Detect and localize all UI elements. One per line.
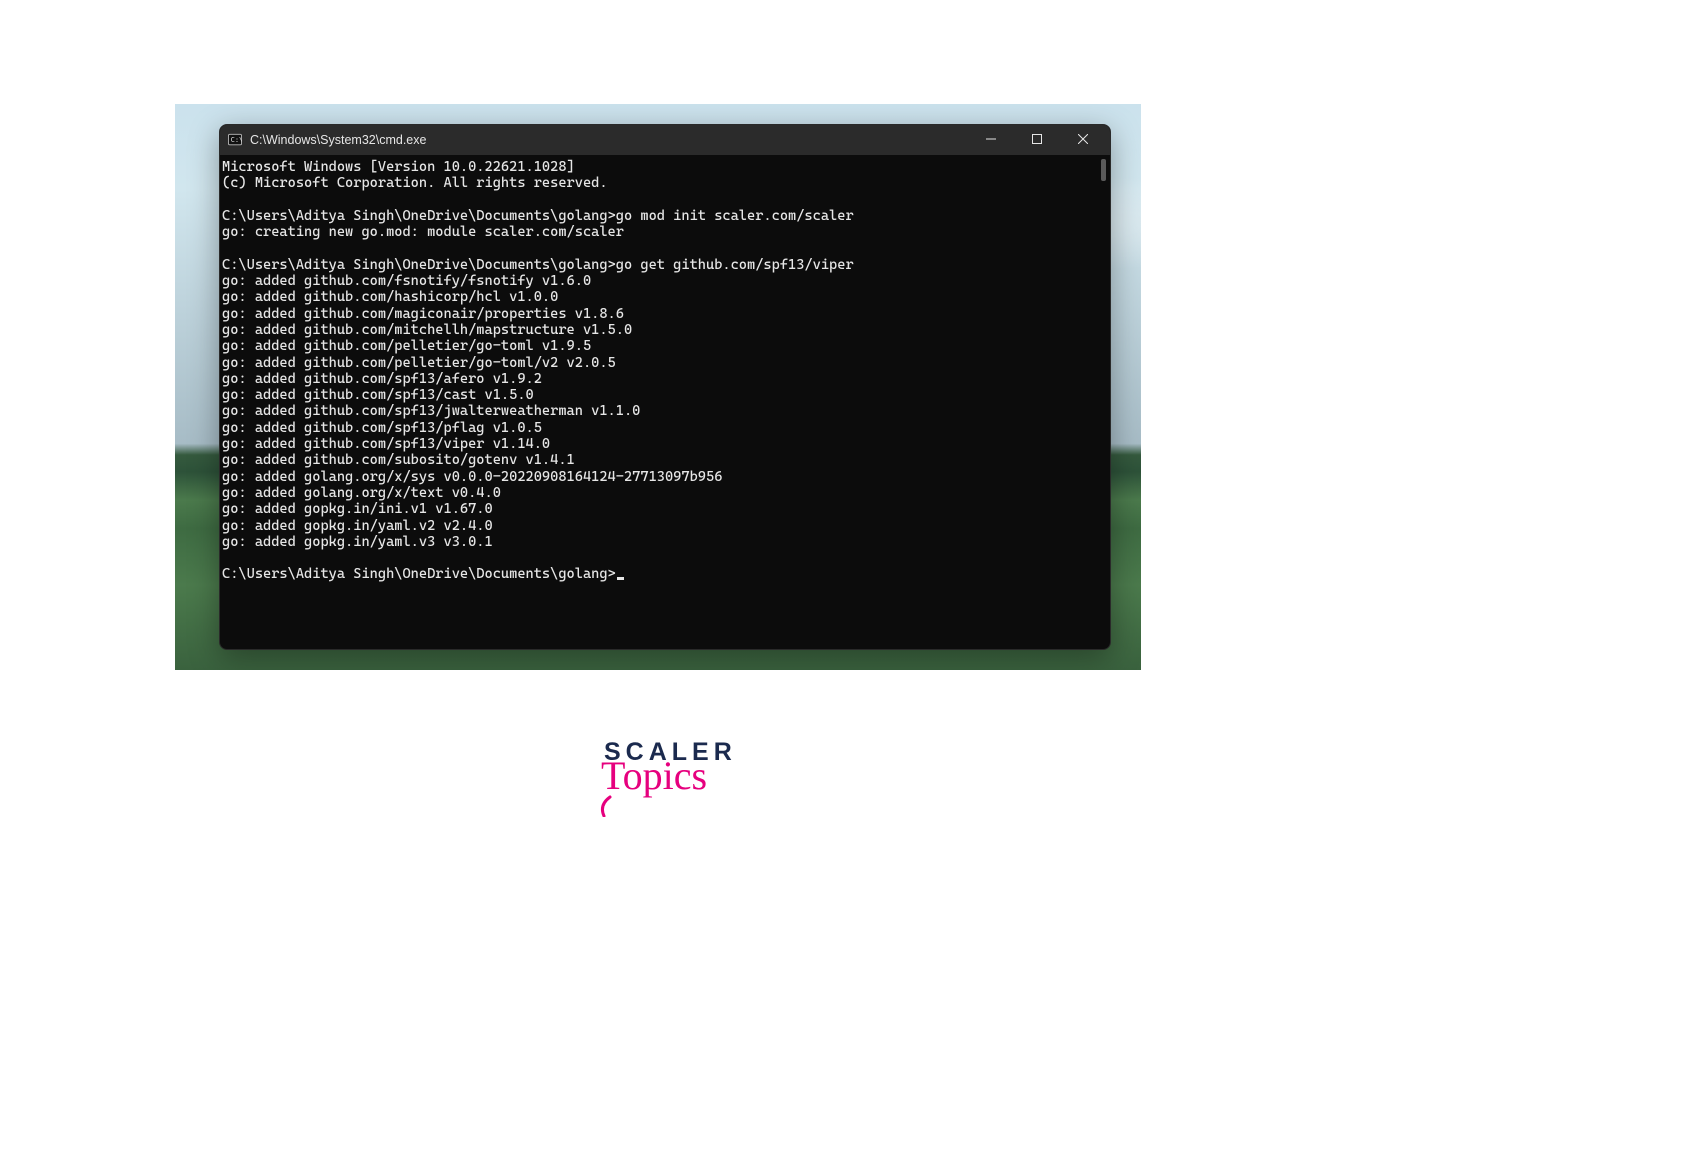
scrollbar-thumb[interactable] bbox=[1101, 159, 1106, 181]
scaler-topics-logo: SCALER Topics bbox=[598, 738, 718, 834]
title-bar[interactable]: C:\ C:\Windows\System32\cmd.exe bbox=[220, 125, 1110, 155]
svg-text:C:\: C:\ bbox=[231, 136, 242, 144]
close-button[interactable] bbox=[1060, 125, 1106, 155]
svg-text:Topics: Topics bbox=[601, 753, 707, 798]
logo-text-topics: Topics bbox=[598, 753, 718, 817]
terminal-area[interactable]: Microsoft Windows [Version 10.0.22621.10… bbox=[220, 155, 1110, 649]
maximize-icon bbox=[1032, 133, 1042, 147]
cursor bbox=[617, 577, 624, 580]
close-icon bbox=[1078, 133, 1088, 147]
window-title: C:\Windows\System32\cmd.exe bbox=[250, 133, 968, 147]
minimize-icon bbox=[986, 133, 996, 147]
minimize-button[interactable] bbox=[968, 125, 1014, 155]
cmd-icon: C:\ bbox=[228, 133, 242, 147]
desktop-background: C:\ C:\Windows\System32\cmd.exe bbox=[175, 104, 1141, 670]
cmd-window: C:\ C:\Windows\System32\cmd.exe bbox=[219, 124, 1111, 650]
terminal-output: Microsoft Windows [Version 10.0.22621.10… bbox=[222, 159, 1108, 583]
maximize-button[interactable] bbox=[1014, 125, 1060, 155]
